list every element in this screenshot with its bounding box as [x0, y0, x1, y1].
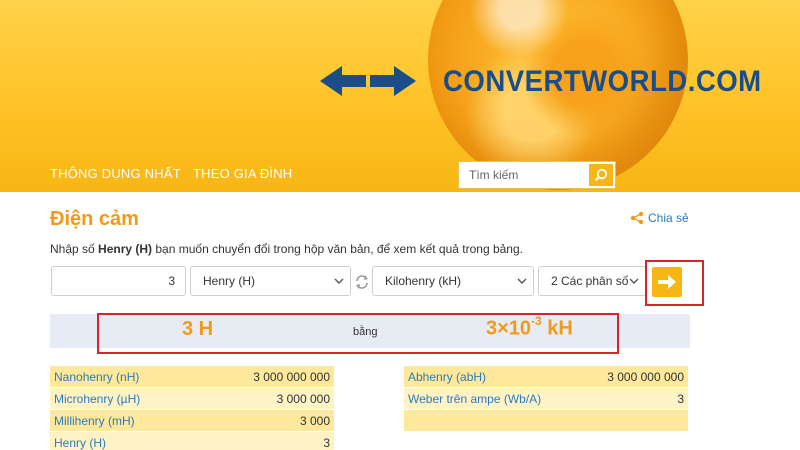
table-row — [404, 410, 688, 432]
instruction-prefix: Nhập số — [50, 242, 99, 256]
unit-name[interactable]: Henry (H) — [54, 436, 106, 450]
unit-name[interactable]: Microhenry (µH) — [54, 392, 140, 406]
search-icon — [594, 168, 608, 182]
unit-value: 3 000 000 000 — [253, 369, 330, 384]
chevron-down-icon — [517, 278, 527, 284]
search-input[interactable] — [459, 162, 589, 188]
table-row: Henry (H) 3 — [50, 432, 334, 450]
search-button[interactable] — [589, 164, 613, 186]
table-row: Weber trên ampe (Wb/A) 3 — [404, 388, 688, 410]
value-input[interactable] — [51, 266, 186, 296]
site-header: CONVERTWORLD.COM THÔNG DỤNG NHẤT THEO GI… — [0, 0, 800, 192]
table-row: Abhenry (abH) 3 000 000 000 — [404, 366, 688, 388]
share-link[interactable]: Chia sẻ — [630, 211, 689, 225]
to-unit-value: Kilohenry (kH) — [385, 274, 462, 288]
unit-name[interactable]: Nanohenry (nH) — [54, 370, 139, 384]
page-title: Điện cảm — [50, 208, 139, 230]
from-unit-select[interactable]: Henry (H) — [190, 266, 351, 296]
nav-most-popular[interactable]: THÔNG DỤNG NHẤT — [50, 166, 181, 181]
nav-by-family[interactable]: THEO GIA ĐÌNH — [193, 166, 292, 181]
chevron-down-icon — [629, 278, 639, 284]
unit-name[interactable]: Weber trên ampe (Wb/A) — [408, 392, 541, 406]
site-logo[interactable]: CONVERTWORLD.COM — [443, 62, 762, 102]
precision-select[interactable]: 2 Các phân số — [538, 266, 646, 296]
unit-value: 3 — [677, 391, 684, 406]
unit-name[interactable]: Abhenry (abH) — [408, 370, 486, 384]
unit-value: 3 000 — [299, 413, 330, 428]
precision-value: 2 Các phân số — [551, 274, 629, 288]
swap-icon[interactable] — [355, 273, 369, 291]
instruction-suffix: bạn muốn chuyển đổi trong hộp văn bản, đ… — [152, 242, 523, 256]
arrows-logo-icon — [320, 66, 416, 96]
highlight-convert-box — [645, 260, 704, 306]
table-row: Microhenry (µH) 3 000 000 — [50, 388, 334, 410]
unit-value: 3 000 000 000 — [607, 369, 684, 384]
chevron-down-icon — [334, 278, 344, 284]
share-label: Chia sẻ — [648, 211, 689, 225]
share-icon — [630, 211, 644, 225]
instruction-text: Nhập số Henry (H) bạn muốn chuyển đổi tr… — [50, 242, 523, 256]
unit-value: 3 — [323, 435, 330, 450]
search-box — [458, 161, 616, 189]
from-unit-value: Henry (H) — [203, 274, 256, 288]
unit-name[interactable]: Millihenry (mH) — [54, 414, 135, 428]
conversion-table-left: Nanohenry (nH) 3 000 000 000 Microhenry … — [50, 366, 334, 450]
unit-value: 3 000 000 — [276, 391, 330, 406]
table-row: Nanohenry (nH) 3 000 000 000 — [50, 366, 334, 388]
to-unit-select[interactable]: Kilohenry (kH) — [372, 266, 534, 296]
highlight-result-box — [97, 313, 619, 354]
table-row: Millihenry (mH) 3 000 — [50, 410, 334, 432]
instruction-unit: Henry (H) — [98, 242, 153, 256]
conversion-table-right: Abhenry (abH) 3 000 000 000 Weber trên a… — [404, 366, 688, 432]
